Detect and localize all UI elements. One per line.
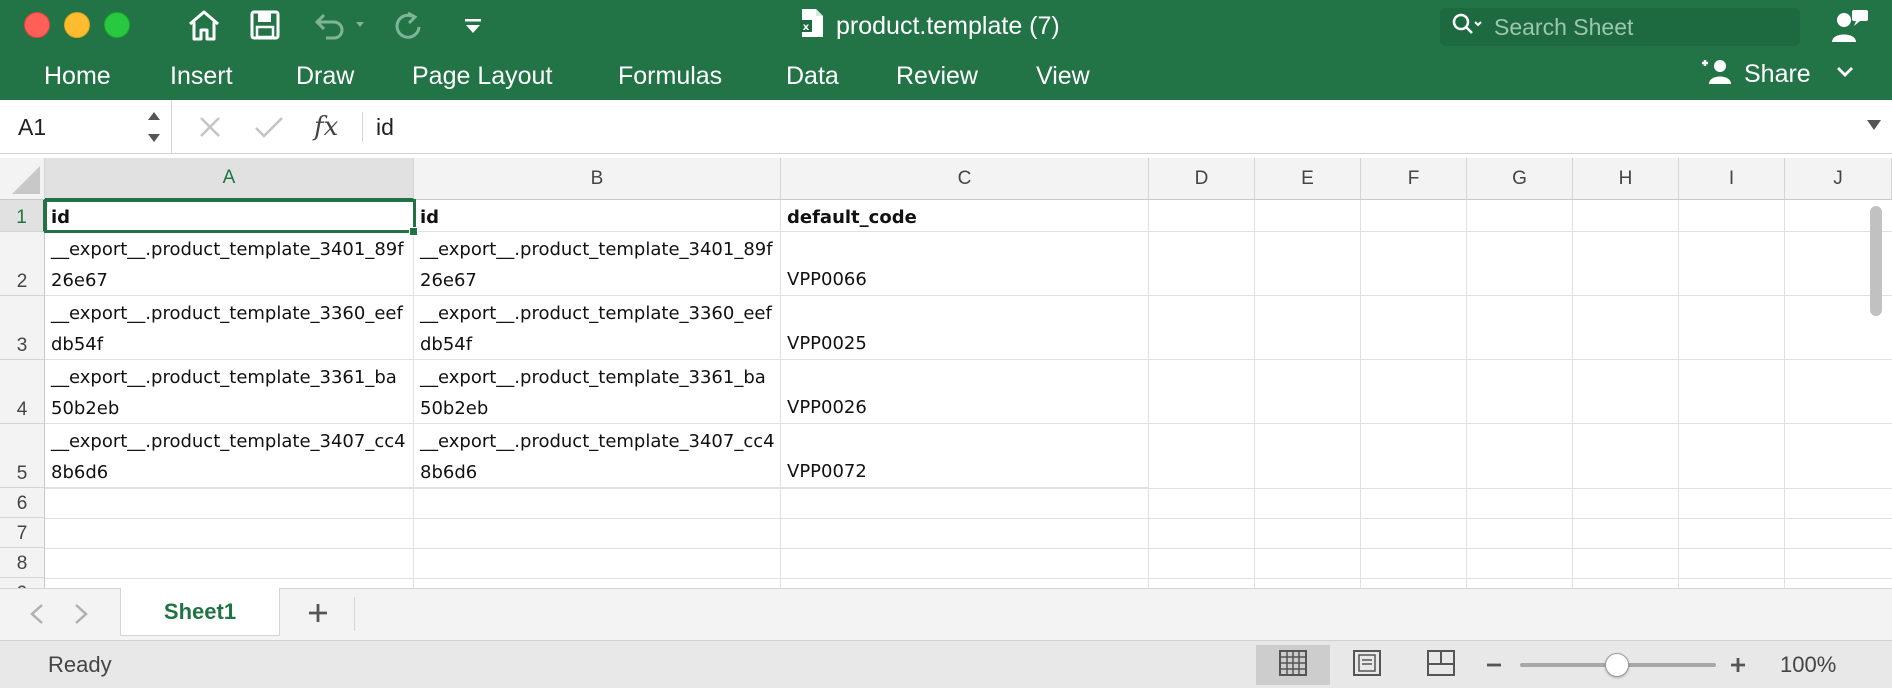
share-label: Share [1744,59,1811,88]
cell-c3[interactable]: VPP0025 [781,296,1149,360]
confirm-check-icon[interactable] [254,112,284,142]
cell-a3[interactable]: __export__.product_template_3360_eefdb54… [45,296,414,360]
row-header-2[interactable]: 2 [0,232,45,296]
cell-b3[interactable]: __export__.product_template_3360_eefdb54… [414,296,781,360]
chevron-down-icon[interactable] [1834,60,1856,87]
tab-insert[interactable]: Insert [170,52,233,100]
column-header-d[interactable]: D [1149,158,1255,200]
row-header-3[interactable]: 3 [0,296,45,360]
vertical-scrollbar[interactable] [1870,206,1882,316]
search-placeholder: Search Sheet [1494,13,1634,40]
status-text: Ready [48,652,112,677]
row-header-1[interactable]: 1 [0,200,45,232]
cell-c1[interactable]: default_code [781,200,1149,232]
search-sheet-input[interactable]: Search Sheet [1440,8,1800,46]
cell-c5[interactable]: VPP0072 [781,424,1149,488]
expand-formula-bar-icon[interactable] [1866,118,1882,137]
name-box-stepper-icon[interactable] [146,108,162,151]
cell-b2[interactable]: __export__.product_template_3401_89f26e6… [414,232,781,296]
tab-page-layout[interactable]: Page Layout [412,52,552,100]
undo-icon[interactable] [312,8,366,42]
search-icon [1452,13,1484,42]
tab-formulas[interactable]: Formulas [618,52,722,100]
cell-c4[interactable]: VPP0026 [781,360,1149,424]
zoom-level[interactable]: 100% [1780,641,1836,689]
tab-view[interactable]: View [1036,52,1090,100]
select-all-corner[interactable] [0,158,45,200]
spreadsheet-grid[interactable]: A B C D E F G H I J 1 2 3 4 5 6 7 8 9 id… [0,158,1892,588]
column-header-j[interactable]: J [1785,158,1892,200]
cell-a2[interactable]: __export__.product_template_3401_89f26e6… [45,232,414,296]
document-title: x product.template (7) [800,8,1060,44]
column-header-a[interactable]: A [45,158,414,200]
ribbon-tabs: Home Insert Draw Page Layout Formulas Da… [0,52,1892,100]
redo-icon[interactable] [392,8,424,42]
customize-toolbar-icon[interactable] [462,8,484,42]
zoom-slider-thumb[interactable] [1605,653,1629,677]
tab-review[interactable]: Review [896,52,978,100]
cell-b5[interactable]: __export__.product_template_3407_cc48b6d… [414,424,781,488]
tab-draw[interactable]: Draw [296,52,354,100]
cell-a1[interactable]: id [45,200,414,232]
page-layout-view-icon [1353,649,1381,681]
cell-b1[interactable]: id [414,200,781,232]
fill-handle[interactable] [409,227,418,236]
column-header-g[interactable]: G [1467,158,1573,200]
zoom-in-icon[interactable] [1728,651,1748,684]
window-close-button[interactable] [24,12,50,38]
cell-b4[interactable]: __export__.product_template_3361_ba50b2e… [414,360,781,424]
column-header-i[interactable]: I [1679,158,1785,200]
title-bar: x product.template (7) Search Sheet Home… [0,0,1892,100]
row-header-4[interactable]: 4 [0,360,45,424]
window-maximize-button[interactable] [104,12,130,38]
normal-view-button[interactable] [1256,645,1330,685]
column-header-e[interactable]: E [1255,158,1361,200]
formula-bar-divider [362,112,363,142]
zoom-out-icon[interactable] [1484,651,1504,684]
cell-a5[interactable]: __export__.product_template_3407_cc48b6d… [45,424,414,488]
column-header-h[interactable]: H [1573,158,1679,200]
cell-a4[interactable]: __export__.product_template_3361_ba50b2e… [45,360,414,424]
cell-c2[interactable]: VPP0066 [781,232,1149,296]
row-header-8[interactable]: 8 [0,548,45,578]
svg-text:x: x [803,22,810,33]
sheet-tab-sheet1[interactable]: Sheet1 [120,588,280,636]
insert-function-icon[interactable]: fx [314,112,338,142]
formula-input[interactable]: id [376,100,394,154]
add-person-icon [1700,57,1736,92]
row-header-9[interactable]: 9 [0,578,45,588]
column-header-c[interactable]: C [781,158,1149,200]
home-icon[interactable] [186,8,222,42]
excel-file-icon: x [800,8,824,45]
row-header-5[interactable]: 5 [0,424,45,488]
plus-icon [306,601,330,630]
status-bar: Ready 100% [0,640,1892,688]
share-button[interactable]: Share [1700,52,1811,96]
column-header-b[interactable]: B [414,158,781,200]
row-header-7[interactable]: 7 [0,518,45,548]
tab-data[interactable]: Data [786,52,839,100]
save-icon[interactable] [250,8,280,42]
sheet-tab-divider [354,597,355,631]
page-break-view-icon [1427,649,1455,681]
row-header-6[interactable]: 6 [0,488,45,518]
page-break-view-button[interactable] [1404,645,1478,685]
tab-home[interactable]: Home [44,52,111,100]
name-box-value: A1 [18,113,47,140]
next-sheet-icon[interactable] [72,603,90,630]
window-minimize-button[interactable] [64,12,90,38]
column-header-f[interactable]: F [1361,158,1467,200]
account-icon[interactable] [1830,8,1870,49]
cancel-icon[interactable] [198,112,222,142]
sheet-tab-bar: Sheet1 [0,588,1892,640]
document-title-text: product.template (7) [836,11,1060,40]
formula-bar: A1 fx id [0,100,1892,154]
page-layout-view-button[interactable] [1330,645,1404,685]
normal-view-icon [1279,649,1307,681]
add-sheet-button[interactable] [300,597,336,633]
previous-sheet-icon[interactable] [28,603,46,630]
